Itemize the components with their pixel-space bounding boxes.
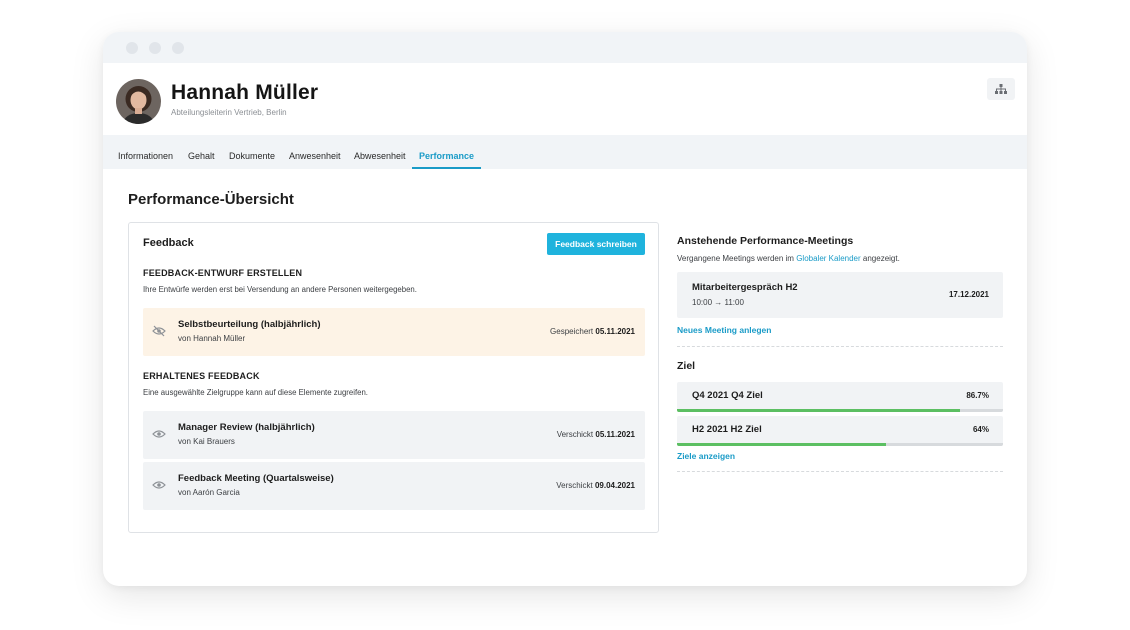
profile-role: Abteilungsleiterin Vertrieb, Berlin: [171, 108, 287, 117]
item-author: von Hannah Müller: [178, 334, 246, 343]
goal-label: Q4 2021 Q4 Ziel: [692, 390, 763, 401]
item-author: von Kai Brauers: [178, 437, 235, 446]
goal-progress-fill: [677, 443, 886, 446]
status-label: Verschickt: [556, 481, 593, 490]
tab-bar: Informationen Gehalt Dokumente Anwesenhe…: [103, 135, 1027, 169]
item-title: Manager Review (halbjährlich): [178, 422, 315, 433]
meeting-date: 17.12.2021: [948, 290, 989, 299]
tab-informationen[interactable]: Informationen: [118, 151, 173, 161]
meetings-note: Vergangene Meetings werden im Globaler K…: [677, 254, 900, 263]
item-status: Gespeichert 05.11.2021: [550, 327, 635, 336]
item-status: Verschickt 05.11.2021: [557, 430, 635, 439]
window-titlebar: [103, 32, 1027, 63]
eye-off-icon: [152, 325, 166, 337]
feedback-card: Feedback Feedback schreiben FEEDBACK-ENT…: [128, 222, 659, 533]
divider: [677, 471, 1003, 472]
eye-icon: [152, 430, 166, 438]
feedback-card-title: Feedback: [143, 237, 194, 249]
new-meeting-link[interactable]: Neues Meeting anlegen: [677, 325, 771, 335]
meeting-item[interactable]: Mitarbeitergespräch H2 10:00 → 11:00 17.…: [677, 272, 1003, 318]
feedback-received-item[interactable]: Feedback Meeting (Quartalsweise) von Aar…: [143, 462, 645, 510]
goal-label: H2 2021 H2 Ziel: [692, 424, 762, 435]
tab-dokumente[interactable]: Dokumente: [229, 151, 275, 161]
goal-item[interactable]: H2 2021 H2 Ziel 64%: [677, 416, 1003, 446]
goal-percent: 86.7%: [966, 391, 989, 400]
status-date: 05.11.2021: [595, 327, 635, 336]
eye-icon: [152, 481, 166, 489]
item-status: Verschickt 09.04.2021: [556, 481, 635, 490]
window-close-dot[interactable]: [126, 42, 138, 54]
app-window: Hannah Müller Abteilungsleiterin Vertrie…: [103, 32, 1027, 586]
item-author: von Aarón Garcia: [178, 488, 240, 497]
global-calendar-link[interactable]: Globaler Kalender: [796, 254, 860, 263]
window-maximize-dot[interactable]: [172, 42, 184, 54]
goal-progress-fill: [677, 409, 960, 412]
meetings-note-text: Vergangene Meetings werden im: [677, 254, 797, 263]
write-feedback-button[interactable]: Feedback schreiben: [547, 233, 645, 255]
page-title: Performance-Übersicht: [128, 191, 294, 208]
goal-item[interactable]: Q4 2021 Q4 Ziel 86.7%: [677, 382, 1003, 412]
feedback-draft-item[interactable]: Selbstbeurteilung (halbjährlich) von Han…: [143, 308, 645, 356]
goal-percent: 64%: [972, 425, 989, 434]
avatar: [116, 79, 161, 124]
status-date: 05.11.2021: [595, 430, 635, 439]
meetings-title: Anstehende Performance-Meetings: [677, 235, 854, 247]
status-label: Gespeichert: [550, 327, 594, 336]
received-heading: ERHALTENES FEEDBACK: [143, 371, 260, 381]
draft-heading: FEEDBACK-ENTWURF ERSTELLEN: [143, 268, 303, 278]
divider: [677, 346, 1003, 347]
window-minimize-dot[interactable]: [149, 42, 161, 54]
org-chart-icon: [995, 84, 1007, 94]
tab-abwesenheit[interactable]: Abwesenheit: [354, 151, 406, 161]
goals-title: Ziel: [677, 360, 696, 372]
meeting-title: Mitarbeitergespräch H2: [692, 282, 798, 293]
org-chart-button[interactable]: [987, 78, 1015, 100]
tab-performance[interactable]: Performance: [419, 151, 474, 161]
profile-name: Hannah Müller: [171, 81, 319, 104]
feedback-received-item[interactable]: Manager Review (halbjährlich) von Kai Br…: [143, 411, 645, 459]
item-title: Selbstbeurteilung (halbjährlich): [178, 319, 321, 330]
active-tab-indicator: [412, 167, 481, 169]
item-title: Feedback Meeting (Quartalsweise): [178, 473, 334, 484]
show-goals-link[interactable]: Ziele anzeigen: [677, 451, 735, 461]
received-description: Eine ausgewählte Zielgruppe kann auf die…: [143, 388, 368, 397]
meetings-note-text-end: angezeigt.: [860, 254, 900, 263]
tab-anwesenheit[interactable]: Anwesenheit: [289, 151, 341, 161]
status-date: 09.04.2021: [594, 481, 635, 490]
meeting-time: 10:00 → 11:00: [692, 298, 744, 307]
tab-gehalt[interactable]: Gehalt: [188, 151, 215, 161]
status-label: Verschickt: [556, 430, 594, 439]
draft-description: Ihre Entwürfe werden erst bei Versendung…: [143, 285, 417, 294]
